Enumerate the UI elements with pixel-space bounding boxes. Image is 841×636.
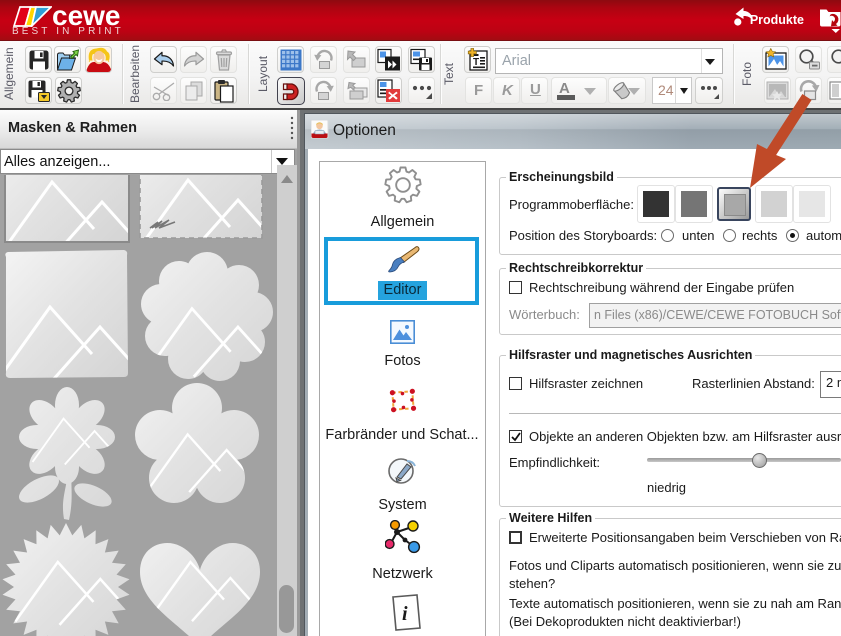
svg-text:i: i [402, 603, 408, 625]
svg-text:T: T [473, 57, 479, 68]
